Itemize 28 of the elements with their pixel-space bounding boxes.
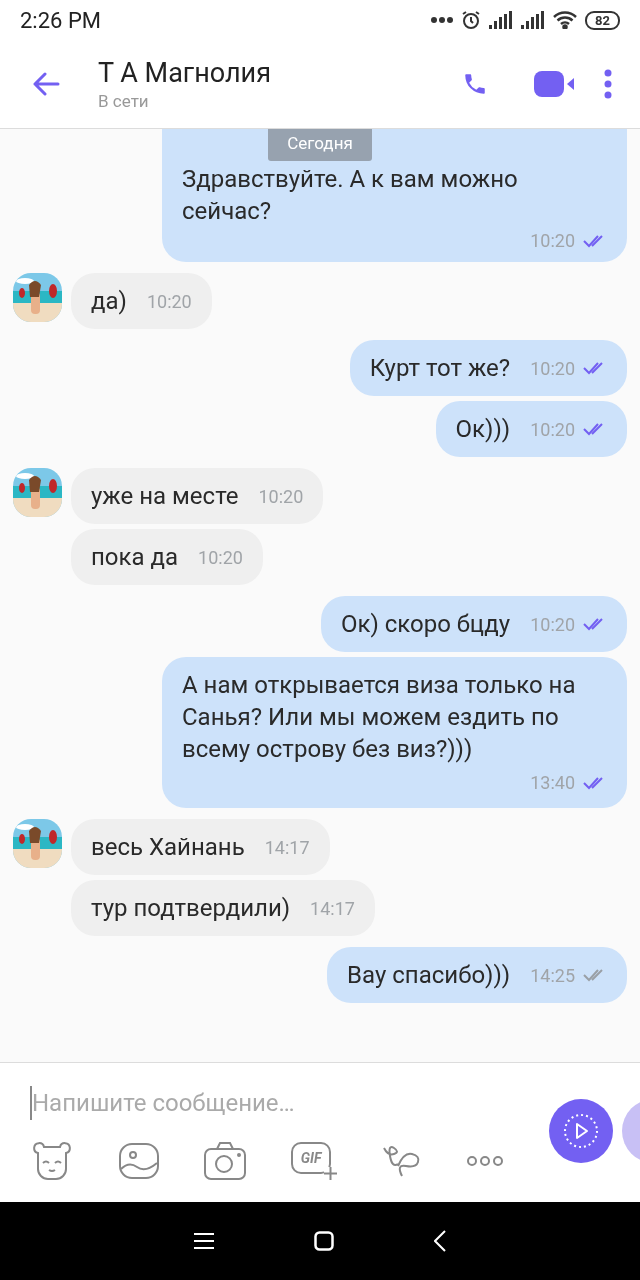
message-text: пока да (91, 542, 179, 573)
message-text: Ок))) (455, 414, 511, 445)
battery-indicator: 82 (585, 10, 620, 30)
message-time: 10:20 (530, 229, 575, 253)
message-time: 10:20 (530, 612, 575, 637)
message-text: А нам открывается виза только на Санья? Или мы можем ездить по всему острову без виз?))) (182, 670, 577, 765)
message-time: 10:20 (258, 484, 304, 509)
message-time: 14:17 (264, 835, 310, 860)
message-text: Курт тот же? (369, 353, 511, 384)
message-time: 10:20 (198, 545, 243, 570)
message-text: весь Хайнань (91, 832, 245, 863)
status-time: 2:26 PM (20, 6, 101, 35)
message-text: Ок) скоро бцду (340, 609, 511, 640)
message-input[interactable]: Напишите сообщение… (32, 1085, 512, 1121)
contact-name: Т А Магнолия (98, 56, 272, 90)
message-text: да) (91, 286, 127, 317)
message-time: 10:20 (530, 356, 575, 381)
message-time: 13:40 (530, 771, 575, 795)
message-time: 14:25 (530, 963, 575, 988)
message-text: уже на месте (91, 481, 239, 512)
online-status: В сети (98, 90, 150, 112)
date-badge: Сегодня (268, 129, 372, 161)
message-time: 14:17 (310, 896, 355, 921)
message-text: Вау спасибо))) (347, 960, 511, 991)
message-time: 10:20 (146, 289, 192, 314)
message-text: тур подтвердили) (91, 893, 291, 924)
message-text: Здравствуйте. А к вам можно сейчас? (182, 164, 519, 227)
message-time: 10:20 (530, 417, 575, 442)
